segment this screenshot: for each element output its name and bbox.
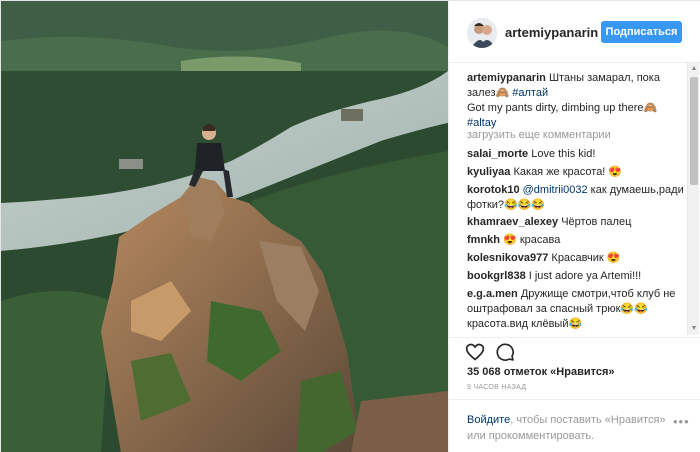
user-avatar[interactable] [467, 18, 497, 48]
caption-hashtag-altai[interactable]: #алтай [512, 87, 548, 99]
comment-item: korotok10 @dmitrii0032 как думаешь,ради … [467, 183, 685, 213]
avatar-image [467, 18, 497, 48]
comment-username[interactable]: korotok10 [467, 184, 520, 196]
comment-item: salai_morte Love this kid! [467, 147, 685, 162]
comment-text: Какая же красота! 😍 [513, 166, 623, 178]
likes-count[interactable]: 35 068 отметок «Нравится» [467, 366, 615, 378]
comment-text: 😍 красава [503, 234, 561, 246]
post-header: artemiypanarin Подписаться [449, 1, 700, 63]
comment-username[interactable]: salai_morte [467, 148, 528, 160]
load-more-comments-link[interactable]: загрузить еще комментарии [467, 129, 611, 141]
post-sidebar: artemiypanarin Подписаться artemiypanari… [448, 1, 700, 452]
comment-text: Красавчик 😍 [551, 252, 621, 264]
comment-item: kyuliyaa Какая же красота! 😍 [467, 165, 685, 180]
post-caption: artemiypanarin Штаны замарал, пока залез… [467, 71, 685, 131]
follow-button[interactable]: Подписаться [601, 21, 682, 43]
comment-username[interactable]: kolesnikova977 [467, 252, 548, 264]
post-actions [449, 337, 700, 361]
comment-text: I just adore ya Artemi!!! [528, 270, 642, 282]
photo-landscape [1, 1, 448, 452]
scroll-up-arrow-icon[interactable]: ▲ [688, 63, 700, 75]
comment-item: kolesnikova977 Красавчик 😍 [467, 251, 685, 266]
instagram-post: artemiypanarin Подписаться artemiypanari… [0, 0, 700, 452]
caption-text-en: Got my pants dirty, dimbing up there🙈 [467, 102, 658, 114]
comment-bubble-icon[interactable] [495, 342, 515, 362]
comment-text: Чёртов палец [561, 216, 632, 228]
login-prompt: Войдите, чтобы поставить «Нравится» или … [449, 399, 700, 452]
scroll-thumb[interactable] [690, 77, 698, 185]
comment-bubble-icon-svg [496, 343, 514, 361]
caption-hashtag-altay[interactable]: #altay [467, 117, 496, 129]
comments-area: artemiypanarin Штаны замарал, пока залез… [449, 63, 700, 337]
comment-username[interactable]: e.g.a.men [467, 288, 518, 300]
comment-item: e.g.a.men Дружище смотри,чтоб клуб не ош… [467, 287, 685, 332]
comment-item: bookgrl838 I just adore ya Artemi!!! [467, 269, 685, 284]
header-username[interactable]: artemiypanarin [505, 25, 598, 40]
post-timestamp: 9 ЧАСОВ НАЗАД [467, 384, 527, 391]
login-link[interactable]: Войдите [467, 414, 510, 426]
comment-item: khamraev_alexey Чёртов палец [467, 215, 685, 230]
comments-scrollbar[interactable]: ▲ ▼ [687, 63, 699, 335]
comment-text: Love this kid! [531, 148, 596, 160]
caption-username[interactable]: artemiypanarin [467, 72, 546, 84]
more-dots-icon[interactable]: ••• [673, 414, 690, 429]
comment-item: fmnkh 😍 красава [467, 233, 685, 248]
comment-username[interactable]: khamraev_alexey [467, 216, 558, 228]
comment-username[interactable]: kyuliyaa [467, 166, 510, 178]
login-text: Войдите, чтобы поставить «Нравится» или … [467, 412, 667, 444]
post-photo[interactable] [1, 1, 448, 452]
comment-username[interactable]: fmnkh [467, 234, 500, 246]
heart-icon-svg [465, 343, 485, 361]
heart-icon[interactable] [465, 342, 485, 362]
comment-mention[interactable]: @dmitrii0032 [523, 184, 588, 196]
comment-username[interactable]: bookgrl838 [467, 270, 526, 282]
scroll-down-arrow-icon[interactable]: ▼ [688, 323, 700, 335]
